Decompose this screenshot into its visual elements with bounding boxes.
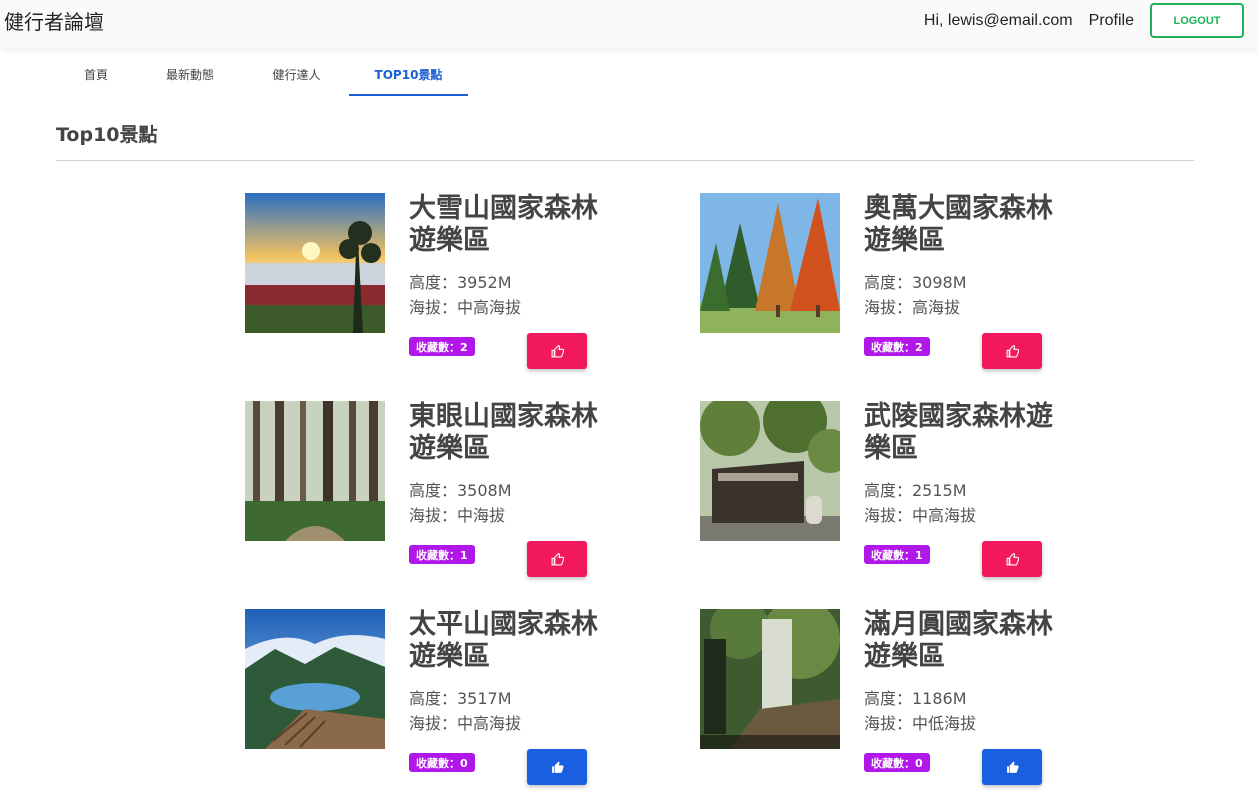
spot-altitude: 海拔：中低海拔 (864, 714, 977, 733)
spot-card: 奧萬大國家森林遊樂區 高度：3098M 海拔：高海拔 收藏數：2 (700, 193, 1120, 383)
spot-name[interactable]: 武陵國家森林遊樂區 (864, 401, 1074, 465)
like-button[interactable] (527, 333, 587, 369)
spot-height: 高度：3508M (409, 481, 512, 500)
spot-altitude: 海拔：中高海拔 (409, 714, 522, 733)
spot-card: 武陵國家森林遊樂區 高度：2515M 海拔：中高海拔 收藏數：1 (700, 401, 1120, 591)
spot-name[interactable]: 滿月圓國家森林遊樂區 (864, 609, 1074, 673)
logout-button[interactable]: LOGOUT (1150, 3, 1244, 38)
spot-photo[interactable] (700, 193, 840, 333)
user-area: Hi, lewis@email.com Profile LOGOUT (924, 3, 1244, 38)
spot-altitude: 海拔：中高海拔 (864, 506, 977, 525)
spot-name[interactable]: 奧萬大國家森林遊樂區 (864, 193, 1074, 257)
favorite-count-badge: 收藏數：1 (409, 545, 475, 564)
spot-photo[interactable] (245, 401, 385, 541)
thumbs-up-icon (1006, 344, 1019, 357)
tab-hikers[interactable]: 健行達人 (244, 52, 349, 96)
thumbs-up-icon (1006, 552, 1019, 565)
spot-height: 高度：3517M (409, 689, 512, 708)
top-bar: 健行者論壇 Hi, lewis@email.com Profile LOGOUT (0, 0, 1258, 48)
nav-tabs: 首頁 最新動態 健行達人 TOP10景點 (56, 52, 468, 96)
title-divider (56, 160, 1194, 161)
spot-height: 高度：3098M (864, 273, 967, 292)
like-button[interactable] (982, 333, 1042, 369)
like-button[interactable] (527, 541, 587, 577)
profile-link[interactable]: Profile (1089, 12, 1134, 30)
tab-latest[interactable]: 最新動態 (136, 52, 244, 96)
thumbs-up-icon (551, 761, 563, 773)
spot-card: 大雪山國家森林遊樂區 高度：3952M 海拔：中高海拔 收藏數：2 (245, 193, 665, 383)
page-title: Top10景點 (56, 124, 158, 146)
favorite-count-badge: 收藏數：0 (864, 753, 930, 772)
thumbs-up-icon (1006, 761, 1018, 773)
favorite-count-badge: 收藏數：2 (409, 337, 475, 356)
favorite-count-badge: 收藏數：0 (409, 753, 475, 772)
spot-card: 東眼山國家森林遊樂區 高度：3508M 海拔：中海拔 收藏數：1 (245, 401, 665, 591)
spot-name[interactable]: 東眼山國家森林遊樂區 (409, 401, 619, 465)
spot-height: 高度：1186M (864, 689, 967, 708)
user-greeting: Hi, lewis@email.com (923, 11, 1073, 29)
spot-photo[interactable] (700, 609, 840, 749)
spot-card: 滿月圓國家森林遊樂區 高度：1186M 海拔：中低海拔 收藏數：0 (700, 609, 1120, 797)
spot-altitude: 海拔：中海拔 (409, 506, 506, 525)
like-button[interactable] (982, 749, 1042, 785)
site-brand[interactable]: 健行者論壇 (4, 6, 104, 35)
thumbs-up-icon (551, 344, 564, 357)
like-button[interactable] (527, 749, 587, 785)
spot-name[interactable]: 太平山國家森林遊樂區 (409, 609, 619, 673)
thumbs-up-icon (551, 552, 564, 565)
spot-photo[interactable] (245, 193, 385, 333)
spot-altitude: 海拔：高海拔 (864, 298, 961, 317)
favorite-count-badge: 收藏數：2 (864, 337, 930, 356)
like-button[interactable] (982, 541, 1042, 577)
spot-height: 高度：3952M (409, 273, 512, 292)
tab-home[interactable]: 首頁 (56, 52, 136, 96)
spot-name[interactable]: 大雪山國家森林遊樂區 (409, 193, 619, 257)
spot-card: 太平山國家森林遊樂區 高度：3517M 海拔：中高海拔 收藏數：0 (245, 609, 665, 797)
spot-photo[interactable] (245, 609, 385, 749)
spot-photo[interactable] (700, 401, 840, 541)
spot-height: 高度：2515M (864, 481, 967, 500)
tab-top10[interactable]: TOP10景點 (349, 52, 468, 96)
spot-altitude: 海拔：中高海拔 (409, 298, 522, 317)
favorite-count-badge: 收藏數：1 (864, 545, 930, 564)
